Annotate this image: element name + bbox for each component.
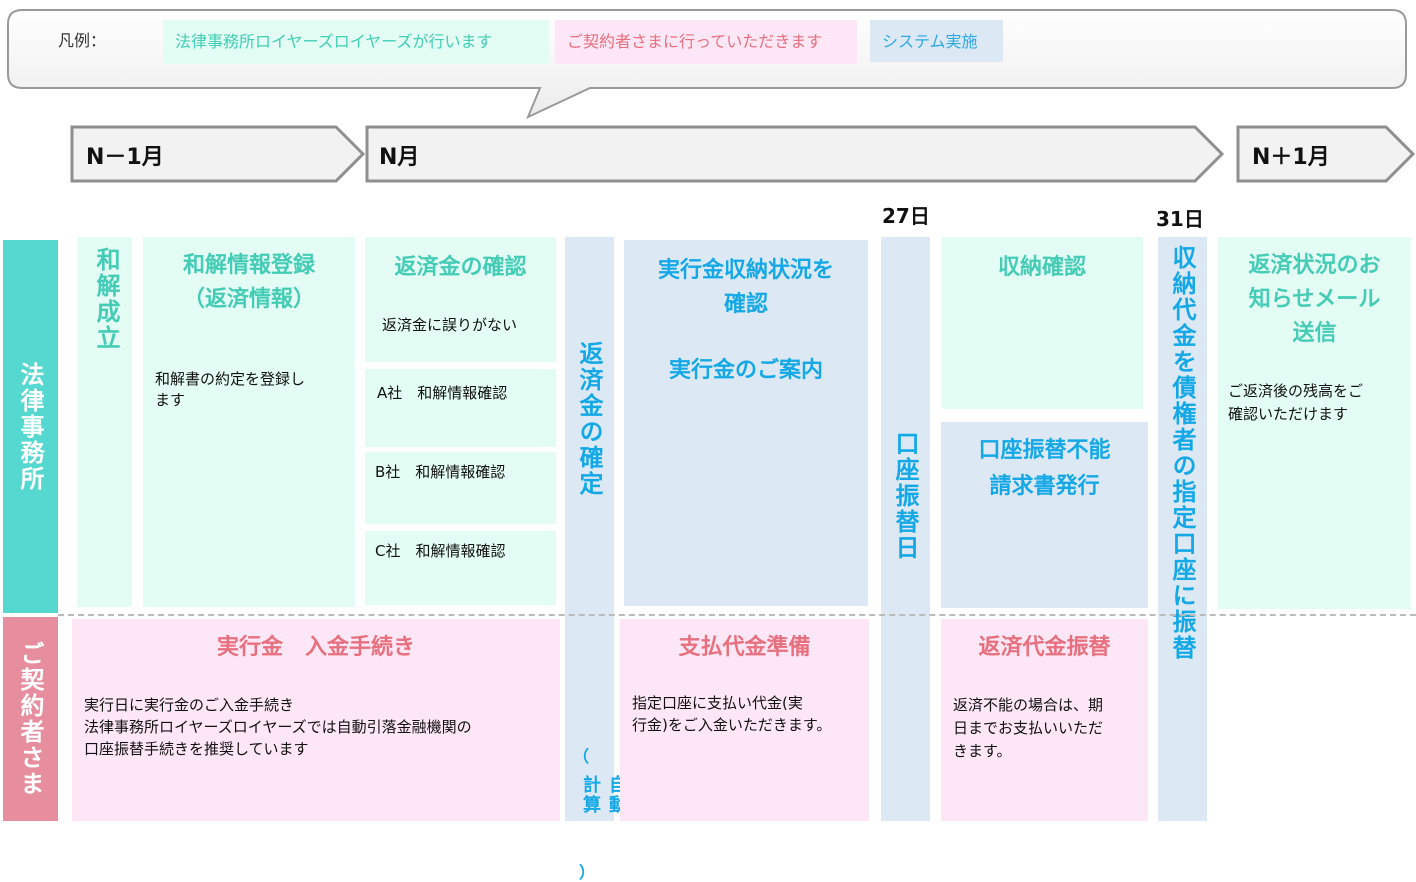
system-transfer-to-creditor: 収納代金を債権者の指定口座に振替 bbox=[1158, 237, 1207, 821]
legend-law-firm: 法律事務所ロイヤーズロイヤーズが行います bbox=[163, 20, 549, 64]
timeline-arrow-month: N月 bbox=[365, 125, 1225, 183]
step-deposit-desc-2: 法律事務所ロイヤーズロイヤーズでは自動引落金融機関の bbox=[84, 718, 472, 736]
legend-system: システム実施 bbox=[870, 20, 1003, 62]
row-divider bbox=[58, 614, 1416, 616]
step-prepare-payment: 支払代金準備 指定口座に支払い代金(実 行金)をご入金いただきます。 bbox=[620, 619, 869, 821]
step-company-b: B社 和解情報確認 bbox=[365, 452, 556, 524]
step-company-b-label: B社 和解情報確認 bbox=[375, 463, 506, 481]
step-receipt-check-title: 収納確認 bbox=[997, 255, 1086, 280]
system-determine-paren-open: （ bbox=[573, 747, 590, 766]
row-header-law-firm-label: 法律事務所 bbox=[16, 361, 44, 492]
step-deposit-desc-3: 口座振替手続きを推奨しています bbox=[84, 740, 309, 758]
arrow-shape bbox=[365, 125, 1225, 183]
system-check-title-1: 実行金収納状況を bbox=[657, 258, 834, 283]
step-register-title: 和解情報登録 bbox=[182, 253, 315, 278]
row-header-customer: ご契約者さま bbox=[3, 617, 58, 821]
row-header-law-firm: 法律事務所 bbox=[3, 240, 58, 613]
system-transfer-to-creditor-label: 収納代金を債権者の指定口座に振替 bbox=[1168, 245, 1196, 661]
step-register-desc-2: ます bbox=[155, 391, 186, 409]
step-register-subtitle: （返済情報） bbox=[182, 287, 315, 312]
step-deposit-title: 実行金 入金手続き bbox=[216, 635, 415, 660]
step-deposit: 実行金 入金手続き 実行日に実行金のご入金手続き 法律事務所ロイヤーズロイヤーズ… bbox=[72, 619, 560, 821]
month-label-next: N＋1月 bbox=[1252, 145, 1330, 170]
step-confirm-repayment: 返済金の確認 返済金に誤りがない bbox=[365, 237, 556, 362]
step-confirm-desc: 返済金に誤りがない bbox=[382, 316, 518, 334]
step-repayment-transfer-desc-1: 返済不能の場合は、期 bbox=[953, 696, 1104, 714]
step-repayment-transfer-title: 返済代金振替 bbox=[978, 635, 1111, 660]
step-company-c: C社 和解情報確認 bbox=[365, 531, 556, 605]
month-label-prev: N－1月 bbox=[86, 145, 164, 170]
step-deposit-desc-1: 実行日に実行金のご入金手続き bbox=[84, 696, 295, 714]
step-prepare-desc-1: 指定口座に支払い代金(実 bbox=[632, 694, 803, 712]
step-repayment-transfer-desc-3: きます。 bbox=[953, 742, 1012, 760]
step-status-mail: 返済状況のお 知らせメール 送信 ご返済後の残高をご 確認いただけます bbox=[1218, 237, 1411, 609]
step-mail-title-3: 送信 bbox=[1292, 321, 1337, 346]
system-transfer-day: 口座振替日 bbox=[881, 237, 930, 821]
legend-title: 凡例： bbox=[58, 31, 107, 50]
step-repayment-transfer-desc-2: 日までお支払いいただ bbox=[953, 719, 1104, 737]
step-settlement: 和解成立 bbox=[77, 237, 132, 607]
step-confirm-title: 返済金の確認 bbox=[394, 255, 527, 280]
legend-customer: ご契約者さまに行っていただきます bbox=[555, 20, 857, 64]
step-repayment-transfer: 返済代金振替 返済不能の場合は、期 日までお支払いいただ きます。 bbox=[941, 619, 1148, 821]
system-check-title-2: 確認 bbox=[723, 292, 768, 317]
step-mail-title-2: 知らせメール bbox=[1248, 287, 1381, 312]
timeline-arrow-next-month: N＋1月 bbox=[1236, 125, 1416, 183]
system-failure-title-1: 口座振替不能 bbox=[978, 438, 1111, 463]
step-register-settlement: 和解情報登録 （返済情報） 和解書の約定を登録し ます bbox=[143, 237, 355, 607]
step-company-a-label: A社 和解情報確認 bbox=[377, 384, 508, 402]
step-mail-title-1: 返済状況のお bbox=[1248, 253, 1381, 278]
step-settlement-label: 和解成立 bbox=[92, 247, 120, 351]
step-mail-desc-1: ご返済後の残高をご bbox=[1228, 382, 1364, 400]
legend-callout: 凡例： 法律事務所ロイヤーズロイヤーズが行います ご契約者さまに行っていただきま… bbox=[0, 0, 1416, 125]
row-header-customer-label: ご契約者さま bbox=[16, 641, 44, 797]
system-determine-paren-close: ） bbox=[579, 863, 596, 882]
step-register-desc-1: 和解書の約定を登録し bbox=[155, 370, 306, 388]
system-transfer-day-label: 口座振替日 bbox=[891, 431, 919, 561]
system-transfer-failure: 口座振替不能 請求書発行 bbox=[941, 422, 1148, 608]
step-mail-desc-2: 確認いただけます bbox=[1228, 405, 1349, 423]
system-determine-title: 返済金の確定 bbox=[575, 341, 603, 497]
step-receipt-check: 収納確認 bbox=[941, 237, 1143, 409]
step-company-a: A社 和解情報確認 bbox=[365, 369, 556, 447]
system-guide-title: 実行金のご案内 bbox=[668, 358, 823, 383]
day-31-label: 31日 bbox=[1156, 207, 1204, 231]
month-label-current: N月 bbox=[379, 145, 420, 170]
system-determine-repayment: 返済金の確定 （ 自動計算 ） bbox=[565, 237, 627, 881]
system-check-collection: 実行金収納状況を 確認 実行金のご案内 bbox=[624, 240, 868, 606]
step-company-c-label: C社 和解情報確認 bbox=[375, 542, 506, 560]
day-27-label: 27日 bbox=[882, 204, 930, 228]
system-failure-title-2: 請求書発行 bbox=[989, 474, 1100, 499]
timeline-arrow-prev-month: N－1月 bbox=[70, 125, 366, 183]
step-prepare-title: 支払代金準備 bbox=[678, 635, 811, 660]
step-prepare-desc-2: 行金)をご入金いただきます。 bbox=[632, 716, 832, 734]
